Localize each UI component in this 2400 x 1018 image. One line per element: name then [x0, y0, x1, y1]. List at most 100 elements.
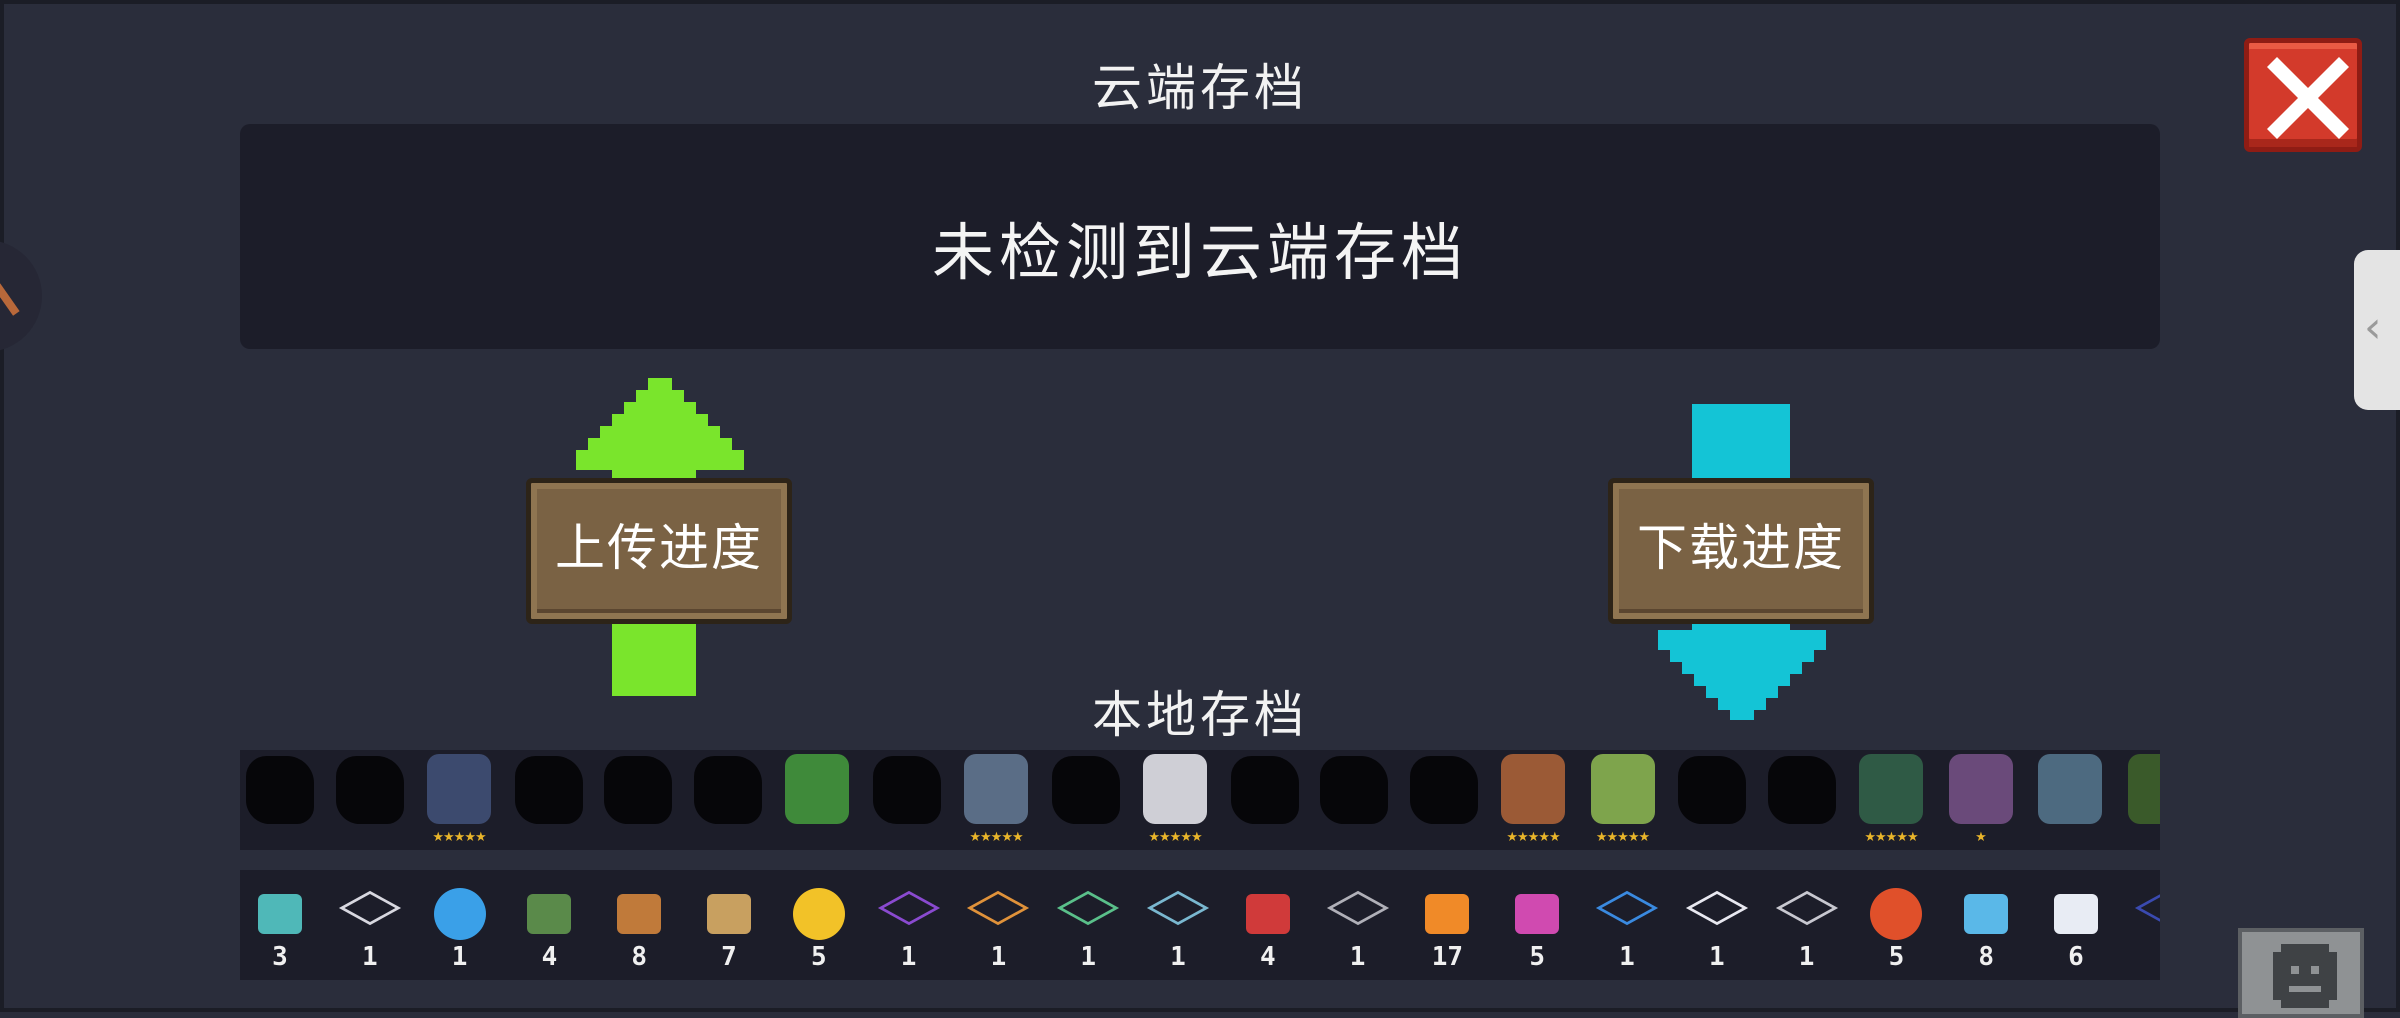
- locked-hero-slot[interactable]: [240, 750, 320, 850]
- hero-slot[interactable]: [2030, 750, 2110, 850]
- locked-hero-slot[interactable]: [330, 750, 410, 850]
- locked-hero-slot[interactable]: [1672, 750, 1752, 850]
- item-slot[interactable]: 1: [958, 870, 1038, 972]
- hero-slot[interactable]: [777, 750, 857, 850]
- item-slot[interactable]: 5: [779, 870, 859, 972]
- locked-hero-slot[interactable]: [509, 750, 589, 850]
- locked-hero-slot[interactable]: [598, 750, 678, 850]
- item-count: 1: [1619, 942, 1635, 972]
- item-slot[interactable]: 5: [1497, 870, 1577, 972]
- hero-star-rating: ★★★★★: [1864, 830, 1918, 845]
- locked-hero-silhouette: [1320, 756, 1388, 824]
- hero-slot[interactable]: ★★★★★: [956, 750, 1036, 850]
- cloud-save-title: 云端存档: [1092, 59, 1308, 117]
- floor-tile-icon: [338, 890, 401, 926]
- item-slot[interactable]: 8: [599, 870, 679, 972]
- hero-portrait: [964, 754, 1028, 824]
- hero-star-rating: ★★★★★: [1148, 830, 1202, 845]
- item-list: 3 1 1 4 8 7 5 1 1 1 1 4 1 17 5 1 1 1 5 8 6 1: [240, 870, 2160, 980]
- item-count: 5: [1529, 942, 1546, 972]
- locked-hero-slot[interactable]: [1404, 750, 1484, 850]
- hero-slot[interactable]: [2120, 750, 2160, 850]
- item-slot[interactable]: 4: [509, 870, 589, 972]
- purple-tile-icon: [877, 890, 940, 926]
- chevron-left-icon: ‹: [2364, 302, 2382, 353]
- locked-hero-slot[interactable]: [1314, 750, 1394, 850]
- download-progress-button[interactable]: 下载进度: [1608, 478, 1874, 624]
- navy-tile-icon: [2134, 890, 2160, 926]
- item-count: 4: [541, 942, 558, 972]
- locked-hero-slot[interactable]: [688, 750, 768, 850]
- item-slot[interactable]: 1: [420, 870, 500, 972]
- hero-slot[interactable]: ★★★★★: [1583, 750, 1663, 850]
- item-slot[interactable]: 1: [330, 870, 410, 972]
- gun-part-icon: [527, 894, 572, 934]
- download-progress-label: 下载进度: [1637, 519, 1845, 577]
- item-count: 1: [1080, 942, 1097, 972]
- item-slot[interactable]: 1: [1767, 870, 1847, 972]
- locked-hero-slot[interactable]: [1046, 750, 1126, 850]
- robot-icon: [1515, 894, 1560, 934]
- locked-hero-silhouette: [335, 756, 404, 824]
- cloud-save-status: 未检测到云端存档: [931, 216, 1468, 289]
- hero-portrait: [1590, 754, 1655, 824]
- locked-hero-silhouette: [693, 756, 762, 824]
- locked-hero-slot[interactable]: [867, 750, 947, 850]
- item-slot[interactable]: 7: [689, 870, 769, 972]
- item-slot[interactable]: 17: [1407, 870, 1487, 972]
- feather-icon: [2054, 894, 2098, 934]
- hero-slot[interactable]: ★★★★★: [1135, 750, 1215, 850]
- item-slot[interactable]: 5: [1856, 870, 1936, 972]
- hero-portrait: [427, 754, 491, 824]
- hero-star-rating: ★★★★★: [1506, 830, 1560, 845]
- pumpkin-icon: [1870, 888, 1923, 940]
- locked-hero-silhouette: [872, 756, 941, 824]
- item-count: 6: [2068, 942, 2084, 972]
- locked-hero-silhouette: [1678, 756, 1746, 824]
- item-slot[interactable]: 8: [1946, 870, 2026, 972]
- locked-hero-slot[interactable]: [1762, 750, 1842, 850]
- blue-tile-icon: [1595, 890, 1659, 926]
- hero-slot[interactable]: ★: [1941, 750, 2021, 850]
- item-slot[interactable]: 1: [869, 870, 949, 972]
- item-slot[interactable]: 1: [1677, 870, 1757, 972]
- green-tile-icon: [1057, 890, 1120, 926]
- fish-icon: [1964, 894, 2009, 934]
- upload-progress-label: 上传进度: [555, 519, 763, 577]
- teal-tile-icon: [1146, 890, 1210, 926]
- item-slot[interactable]: 6: [2036, 870, 2116, 972]
- item-slot[interactable]: 1: [1318, 870, 1398, 972]
- hero-portrait: [1948, 754, 2013, 824]
- item-slot[interactable]: 3: [240, 870, 320, 972]
- item-slot[interactable]: 1: [1587, 870, 1667, 972]
- item-slot[interactable]: 1: [1048, 870, 1128, 972]
- item-slot[interactable]: 1: [2126, 870, 2160, 972]
- hero-portrait: [2038, 754, 2102, 824]
- locked-hero-slot[interactable]: [1225, 750, 1305, 850]
- item-count: 8: [631, 942, 648, 972]
- item-count: 1: [451, 942, 468, 972]
- locked-hero-silhouette: [1767, 756, 1836, 824]
- red-device-icon: [1245, 894, 1290, 934]
- locked-hero-silhouette: [1230, 756, 1299, 824]
- locked-hero-silhouette: [1409, 756, 1478, 824]
- item-count: 8: [1978, 942, 1995, 972]
- hero-portrait: [1143, 754, 1207, 824]
- local-save-title: 本地存档: [1092, 686, 1308, 744]
- emote-button[interactable]: [2238, 928, 2364, 1018]
- item-slot[interactable]: 1: [1138, 870, 1218, 972]
- item-slot[interactable]: 4: [1228, 870, 1308, 972]
- item-count: 1: [990, 942, 1007, 972]
- locked-hero-silhouette: [246, 756, 314, 824]
- hero-slot[interactable]: ★★★★★: [419, 750, 499, 850]
- close-button[interactable]: [2244, 38, 2362, 152]
- item-count: 5: [810, 942, 827, 972]
- hero-slot[interactable]: ★★★★★: [1851, 750, 1931, 850]
- side-drawer-tab[interactable]: ‹: [2354, 250, 2400, 410]
- cloud-save-panel: 未检测到云端存档: [240, 124, 2160, 349]
- hero-slot[interactable]: ★★★★★: [1493, 750, 1573, 850]
- upload-progress-button[interactable]: 上传进度: [526, 478, 792, 624]
- hero-portrait: [2127, 754, 2160, 824]
- locked-hero-silhouette: [514, 756, 583, 824]
- side-joystick-icon[interactable]: [0, 240, 42, 352]
